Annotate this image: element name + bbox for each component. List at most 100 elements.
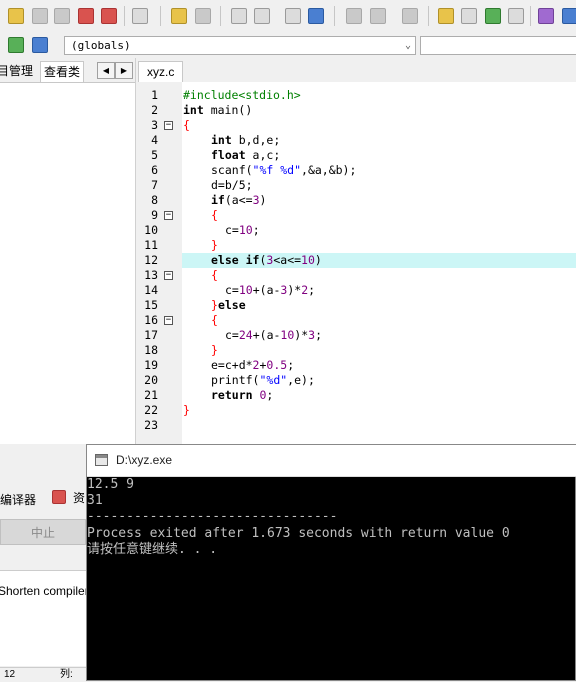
- tab-scroll-left-icon[interactable]: ◀: [97, 62, 115, 79]
- fold-toggle-icon[interactable]: −: [164, 271, 173, 280]
- scope-selector[interactable]: (globals) ⌄: [64, 36, 416, 55]
- project-panel: 目管理 查看类 ◀ ▶: [0, 58, 136, 444]
- code-token: b,d,e;: [231, 133, 281, 147]
- line-number: 11: [144, 238, 158, 252]
- code-line[interactable]: 2 int main(): [136, 103, 576, 118]
- code-line[interactable]: 14 c=10+(a-3)*2;: [136, 283, 576, 298]
- undo-icon[interactable]: [171, 8, 187, 24]
- print-icon[interactable]: [132, 8, 148, 24]
- code-token: d=b/5;: [211, 178, 253, 192]
- code-token: }: [211, 343, 218, 357]
- code-line[interactable]: 1 #include<stdio.h>: [136, 88, 576, 103]
- code-token: 24: [238, 328, 253, 342]
- code-token: }: [183, 403, 190, 417]
- code-token: +(a-: [252, 283, 281, 297]
- close-all-icon[interactable]: [101, 8, 117, 24]
- tab-file[interactable]: xyz.c: [138, 61, 184, 83]
- code-line[interactable]: 15}else: [136, 298, 576, 313]
- open-icon[interactable]: [32, 8, 48, 24]
- add-icon[interactable]: [8, 37, 24, 53]
- line-number: 8: [151, 193, 158, 207]
- status-col: 列:: [60, 669, 73, 680]
- code-line[interactable]: 13− {: [136, 268, 576, 283]
- code-line[interactable]: 12 else if(3<a<=10): [136, 253, 576, 268]
- code-token: )*: [287, 283, 302, 297]
- status-line: 12: [4, 669, 16, 680]
- save-all-icon[interactable]: [54, 8, 70, 24]
- line-number: 2: [151, 103, 158, 117]
- fold-toggle-icon[interactable]: −: [164, 121, 173, 130]
- code-line[interactable]: 17 c=24+(a-10)*3;: [136, 328, 576, 343]
- goto-icon[interactable]: [285, 8, 301, 24]
- code-line[interactable]: 11}: [136, 238, 576, 253]
- line-number: 18: [144, 343, 158, 357]
- line-number: 6: [151, 163, 158, 177]
- run-icon[interactable]: [461, 8, 477, 24]
- code-line[interactable]: 16− {: [136, 313, 576, 328]
- code-line[interactable]: 18}: [136, 343, 576, 358]
- console-line: 请按任意键继续. . .: [87, 542, 218, 557]
- code-token: scanf(: [211, 163, 253, 177]
- code-line[interactable]: 5 float a,c;: [136, 148, 576, 163]
- code-token: }: [211, 298, 218, 312]
- console-window[interactable]: D:\xyz.exe 12.5 9 31 -------------------…: [86, 444, 576, 681]
- code-line[interactable]: 20 printf("%d",e);: [136, 373, 576, 388]
- secondary-toolbar: (globals) ⌄: [0, 34, 576, 59]
- code-line[interactable]: 8 if(a<=3): [136, 193, 576, 208]
- code-line[interactable]: 10 c=10;: [136, 223, 576, 238]
- code-text: #include<stdio.h>: [183, 88, 301, 103]
- check-icon[interactable]: [538, 8, 554, 24]
- code-text: int main(): [183, 103, 252, 118]
- code-line[interactable]: 6 scanf("%f %d",&a,&b);: [136, 163, 576, 178]
- bookmark-toggle-icon[interactable]: [32, 37, 48, 53]
- code-token: )*: [294, 328, 309, 342]
- rebuild-icon[interactable]: [508, 8, 524, 24]
- line-number: 16: [144, 313, 158, 327]
- shorten-option[interactable]: Shorten compiler: [0, 570, 89, 666]
- code-line[interactable]: 9− {: [136, 208, 576, 223]
- forward-icon[interactable]: [402, 8, 418, 24]
- back-icon[interactable]: [370, 8, 386, 24]
- tab-compiler[interactable]: 编译器: [0, 488, 36, 508]
- compile-icon[interactable]: [438, 8, 454, 24]
- replace-icon[interactable]: [254, 8, 270, 24]
- debug-icon[interactable]: [562, 8, 576, 24]
- tab-resources[interactable]: 资: [73, 488, 85, 508]
- code-line[interactable]: 23: [136, 418, 576, 433]
- close-icon[interactable]: [78, 8, 94, 24]
- find-icon[interactable]: [231, 8, 247, 24]
- line-number: 20: [144, 373, 158, 387]
- indent-icon[interactable]: [308, 8, 324, 24]
- new-file-icon[interactable]: [8, 8, 24, 24]
- code-line[interactable]: 3− {: [136, 118, 576, 133]
- code-text: d=b/5;: [183, 178, 253, 193]
- code-line[interactable]: 19 e=c+d*2+0.5;: [136, 358, 576, 373]
- compile-run-icon[interactable]: [485, 8, 501, 24]
- redo-icon[interactable]: [195, 8, 211, 24]
- bookmark-icon[interactable]: [346, 8, 362, 24]
- scope-selector-value: (globals): [71, 39, 131, 52]
- main-toolbar: [0, 0, 576, 35]
- code-editor: xyz.c 1 #include<stdio.h> 2 int main() 3−{4 i…: [136, 58, 576, 444]
- chevron-down-icon: ⌄: [404, 40, 411, 51]
- console-output[interactable]: 12.5 9 31 ------------------------------…: [87, 476, 576, 682]
- code-text: return 0;: [183, 388, 273, 403]
- code-token: return: [211, 388, 253, 402]
- code-line[interactable]: 21 return 0;: [136, 388, 576, 403]
- fold-toggle-icon[interactable]: −: [164, 316, 173, 325]
- tab-class-view[interactable]: 查看类: [40, 61, 85, 82]
- code-token: int: [183, 103, 204, 117]
- console-titlebar[interactable]: D:\xyz.exe: [87, 445, 576, 477]
- code-text: {: [183, 268, 218, 283]
- code-line[interactable]: 22}: [136, 403, 576, 418]
- code-line[interactable]: 7 d=b/5;: [136, 178, 576, 193]
- shorten-label: Shorten compiler: [0, 584, 89, 598]
- symbol-selector[interactable]: [420, 36, 576, 55]
- code-token: int: [211, 133, 232, 147]
- code-token: 10: [301, 253, 315, 267]
- tab-scroll-right-icon[interactable]: ▶: [115, 62, 133, 79]
- code-line[interactable]: 4 int b,d,e;: [136, 133, 576, 148]
- tab-project-manager[interactable]: 目管理: [0, 61, 33, 81]
- stop-button[interactable]: 中止: [0, 519, 86, 545]
- fold-toggle-icon[interactable]: −: [164, 211, 173, 220]
